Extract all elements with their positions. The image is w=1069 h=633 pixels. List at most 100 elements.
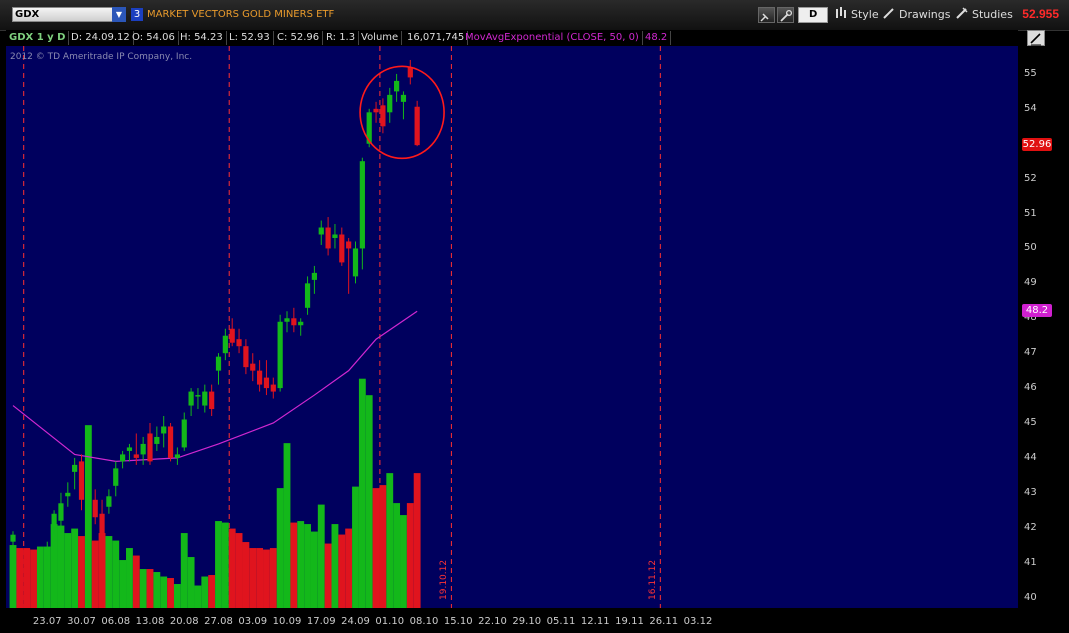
drawing-edit-icon[interactable] bbox=[1027, 30, 1045, 46]
candle-body bbox=[147, 433, 153, 462]
price-tick-label: 49 bbox=[1024, 277, 1037, 289]
candle-body bbox=[284, 318, 290, 322]
volume-bar bbox=[153, 572, 161, 608]
last-price: 52.955 bbox=[1022, 7, 1059, 21]
high-readout: H: 54.23 bbox=[177, 31, 227, 45]
candle-body bbox=[407, 66, 413, 78]
date-tick-label: 10.09 bbox=[272, 616, 302, 627]
style-icon[interactable] bbox=[834, 6, 848, 24]
study-label[interactable]: MovAvgExponential (CLOSE, 50, 0) bbox=[462, 31, 643, 45]
candle-body bbox=[113, 468, 119, 486]
open-readout: O: 54.06 bbox=[129, 31, 179, 45]
volume-label: Volume bbox=[358, 31, 403, 45]
drawings-button[interactable]: Drawings bbox=[899, 6, 950, 24]
price-tick-label: 52 bbox=[1024, 172, 1037, 184]
volume-bar bbox=[269, 548, 277, 608]
candle-body bbox=[17, 562, 23, 570]
date-tick-label: 15.10 bbox=[443, 616, 473, 627]
price-tick-label: 44 bbox=[1024, 451, 1037, 463]
price-chart[interactable] bbox=[6, 46, 1018, 608]
date-tick-label: 22.10 bbox=[478, 616, 507, 627]
last-price-badge: 52.96 bbox=[1022, 138, 1052, 152]
date-tick-label: 27.08 bbox=[204, 616, 233, 627]
moving-average-badge: 48.2 bbox=[1022, 304, 1052, 318]
date-tick-label: 29.10 bbox=[512, 616, 542, 627]
date-tick-label: 08.10 bbox=[409, 616, 439, 627]
candle-body bbox=[133, 454, 139, 458]
volume-bar bbox=[324, 543, 332, 608]
symbol-dropdown-icon[interactable]: ▼ bbox=[112, 7, 126, 22]
date-tick-label: 24.09 bbox=[341, 616, 370, 627]
volume-bar bbox=[386, 473, 394, 608]
candle-body bbox=[394, 80, 400, 92]
chart-area[interactable]: 2012 © TD Ameritrade IP Company, Inc. 19… bbox=[6, 46, 1018, 608]
price-tick-label: 55 bbox=[1024, 67, 1037, 79]
volume-bar bbox=[84, 425, 92, 608]
range-readout: R: 1.3 bbox=[323, 31, 360, 45]
price-tick-label: 42 bbox=[1024, 521, 1037, 533]
volume-bar bbox=[139, 569, 147, 608]
candle-body bbox=[58, 503, 64, 521]
candle-body bbox=[346, 241, 352, 249]
wrench-icon[interactable] bbox=[777, 7, 794, 23]
candle-body bbox=[270, 384, 276, 392]
candle-body bbox=[188, 391, 194, 406]
candle-body bbox=[51, 513, 57, 528]
candle-body bbox=[318, 227, 324, 235]
date-tick-label: 13.08 bbox=[135, 616, 165, 627]
time-axis[interactable]: 23.07 30.07 06.08 13.08 20.08 27.08 03.09 10.09… bbox=[6, 608, 1018, 633]
candle-body bbox=[222, 335, 228, 354]
style-button[interactable]: Style bbox=[851, 6, 879, 24]
price-tick-label: 50 bbox=[1024, 242, 1037, 254]
chart-period[interactable]: GDX 1 y D bbox=[6, 31, 70, 45]
symbol-input[interactable]: GDX ▼ bbox=[12, 7, 126, 22]
candle-body bbox=[400, 94, 407, 102]
candle-body bbox=[44, 548, 50, 556]
candle-body bbox=[181, 419, 187, 448]
price-tick-label: 43 bbox=[1024, 486, 1037, 498]
volume-bar bbox=[358, 378, 366, 608]
volume-bar bbox=[208, 575, 216, 608]
volume-bar bbox=[194, 585, 202, 608]
low-readout: L: 52.93 bbox=[226, 31, 274, 45]
candle-body bbox=[30, 559, 37, 567]
toolbar: GDX ▼ 3 MARKET VECTORS GOLD MINERS ETF D… bbox=[0, 0, 1069, 31]
aggregation-button[interactable]: D bbox=[798, 7, 828, 23]
volume-bar bbox=[112, 540, 120, 608]
candle-body bbox=[24, 566, 30, 574]
price-tick-label: 47 bbox=[1024, 347, 1037, 359]
price-tick-label: 45 bbox=[1024, 416, 1037, 428]
studies-icon[interactable] bbox=[955, 6, 969, 24]
candle-body bbox=[92, 499, 98, 518]
volume-bar bbox=[146, 569, 154, 608]
crosshair-tool-icon[interactable] bbox=[758, 7, 775, 23]
volume-bar bbox=[105, 536, 113, 608]
volume-bar bbox=[215, 521, 222, 608]
price-axis[interactable]: 4041424344454647484950515253545552.9648.… bbox=[1018, 46, 1069, 608]
studies-button[interactable]: Studies bbox=[972, 6, 1013, 24]
link-group-badge[interactable]: 3 bbox=[131, 8, 143, 21]
volume-bar bbox=[242, 542, 250, 608]
volume-bar bbox=[249, 548, 257, 608]
candle-body bbox=[236, 339, 242, 347]
volume-bar bbox=[235, 533, 243, 608]
pencil-icon[interactable] bbox=[882, 6, 896, 24]
volume-bar bbox=[317, 504, 325, 608]
volume-bar bbox=[413, 473, 421, 608]
candle-body bbox=[154, 436, 160, 444]
candle-body bbox=[161, 426, 167, 434]
candle-body bbox=[325, 227, 331, 249]
close-readout: C: 52.96 bbox=[274, 31, 324, 45]
volume-bar bbox=[338, 534, 346, 608]
volume-bar bbox=[304, 524, 311, 608]
volume-bar bbox=[9, 545, 17, 608]
price-tick-label: 51 bbox=[1024, 207, 1037, 219]
date-readout: D: 24.09.12 bbox=[68, 31, 134, 45]
candle-body bbox=[167, 426, 174, 458]
price-tick-label: 54 bbox=[1024, 102, 1037, 114]
candle-body bbox=[304, 283, 311, 308]
volume-bar bbox=[50, 524, 58, 608]
volume-readout: 16,071,745 bbox=[404, 31, 469, 45]
volume-bar bbox=[393, 503, 401, 608]
candle-body bbox=[65, 492, 71, 497]
